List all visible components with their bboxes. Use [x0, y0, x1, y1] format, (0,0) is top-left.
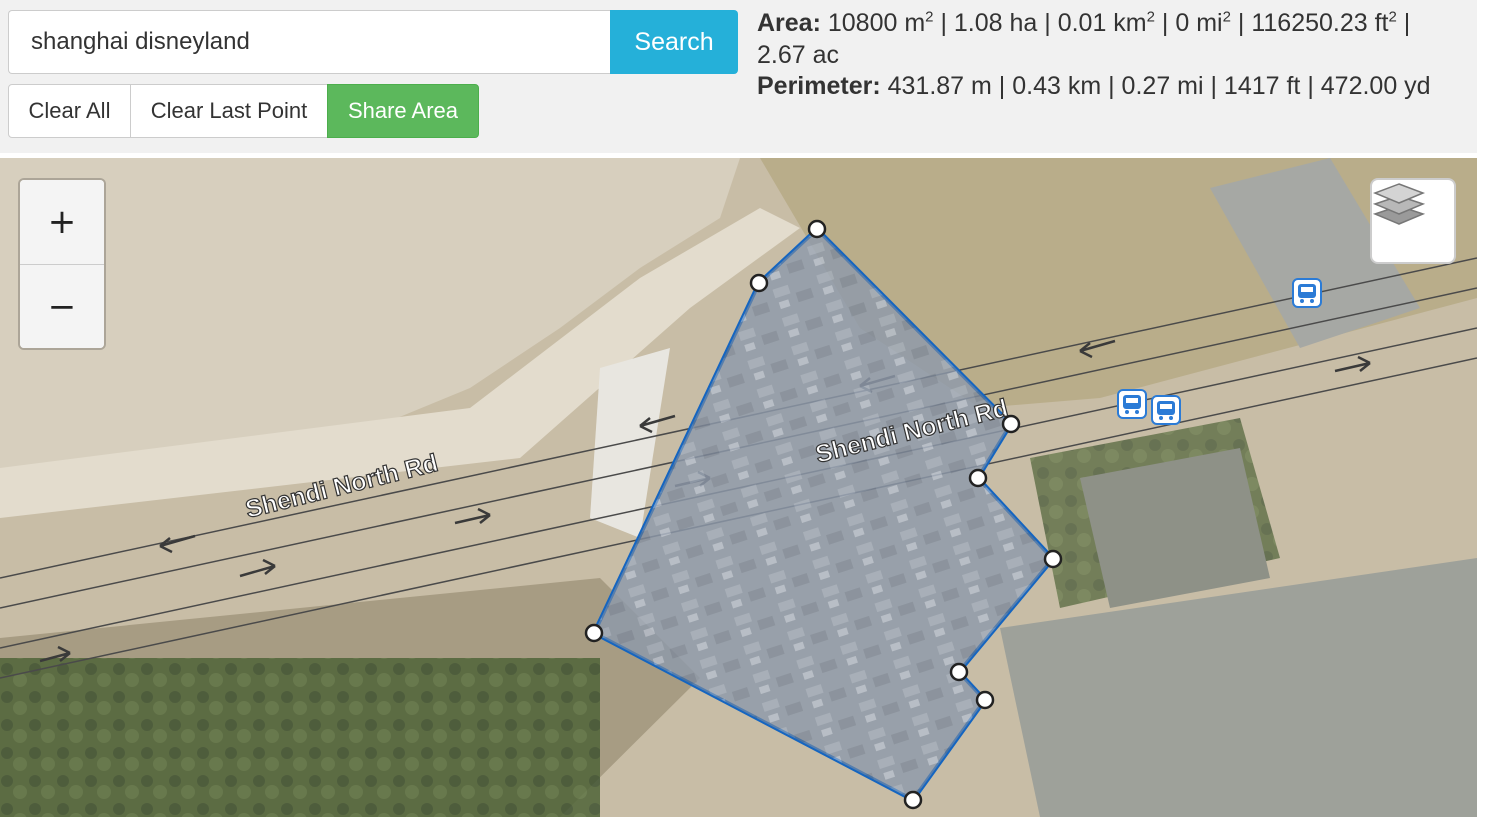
zoom-control: + − [18, 178, 106, 350]
area-sup: 2 [1146, 8, 1155, 26]
perimeter-label: Perimeter: [757, 72, 881, 100]
area-sup: 2 [1388, 8, 1397, 26]
perimeter-readout: Perimeter: 431.87 m | 0.43 km | 0.27 mi … [757, 71, 1457, 103]
area-m2: 10800 m [827, 9, 926, 37]
area-ha-km2: | 1.08 ha | 0.01 km [933, 9, 1147, 37]
vertex-handle[interactable] [1001, 414, 1021, 434]
area-sup: 2 [1222, 8, 1231, 26]
area-ft2: | 116250.23 ft [1230, 9, 1389, 37]
vertex-handle[interactable] [968, 468, 988, 488]
search-bar: Search [8, 10, 738, 74]
tree-area-left [0, 658, 600, 817]
zoom-in-button[interactable]: + [20, 180, 104, 265]
vertex-handle[interactable] [903, 790, 923, 810]
layer-switcher-button[interactable] [1370, 178, 1456, 264]
vertex-handle[interactable] [1043, 549, 1063, 569]
clear-last-point-button[interactable]: Clear Last Point [130, 84, 328, 138]
bus-stop-icon[interactable] [1292, 278, 1322, 308]
satellite-map[interactable]: Shendi North Rd Shendi North Rd + − [0, 158, 1477, 817]
area-label: Area: [757, 9, 821, 37]
vertex-handle[interactable] [975, 690, 995, 710]
vertex-handle[interactable] [749, 273, 769, 293]
share-area-button[interactable]: Share Area [327, 84, 479, 138]
action-buttons: Clear All Clear Last Point Share Area [8, 84, 479, 138]
map-canvas[interactable]: Shendi North Rd Shendi North Rd [0, 158, 1477, 817]
area-mi2: | 0 mi [1154, 9, 1223, 37]
control-panel: Search Clear All Clear Last Point Share … [0, 0, 1477, 153]
area-sup: 2 [925, 8, 934, 26]
zoom-out-button[interactable]: − [20, 265, 104, 348]
layers-icon [1372, 183, 1426, 225]
vertex-handle[interactable] [807, 219, 827, 239]
perimeter-values: 431.87 m | 0.43 km | 0.27 mi | 1417 ft |… [887, 72, 1431, 100]
bus-stop-icon[interactable] [1151, 395, 1181, 425]
area-readout: Area: 10800 m2 | 1.08 ha | 0.01 km2 | 0 … [757, 8, 1457, 71]
bus-stop-icon[interactable] [1117, 389, 1147, 419]
measurement-results: Area: 10800 m2 | 1.08 ha | 0.01 km2 | 0 … [757, 8, 1457, 103]
search-input[interactable] [8, 10, 610, 74]
vertex-handle[interactable] [584, 623, 604, 643]
vertex-handle[interactable] [949, 662, 969, 682]
search-button[interactable]: Search [610, 10, 738, 74]
clear-all-button[interactable]: Clear All [8, 84, 131, 138]
